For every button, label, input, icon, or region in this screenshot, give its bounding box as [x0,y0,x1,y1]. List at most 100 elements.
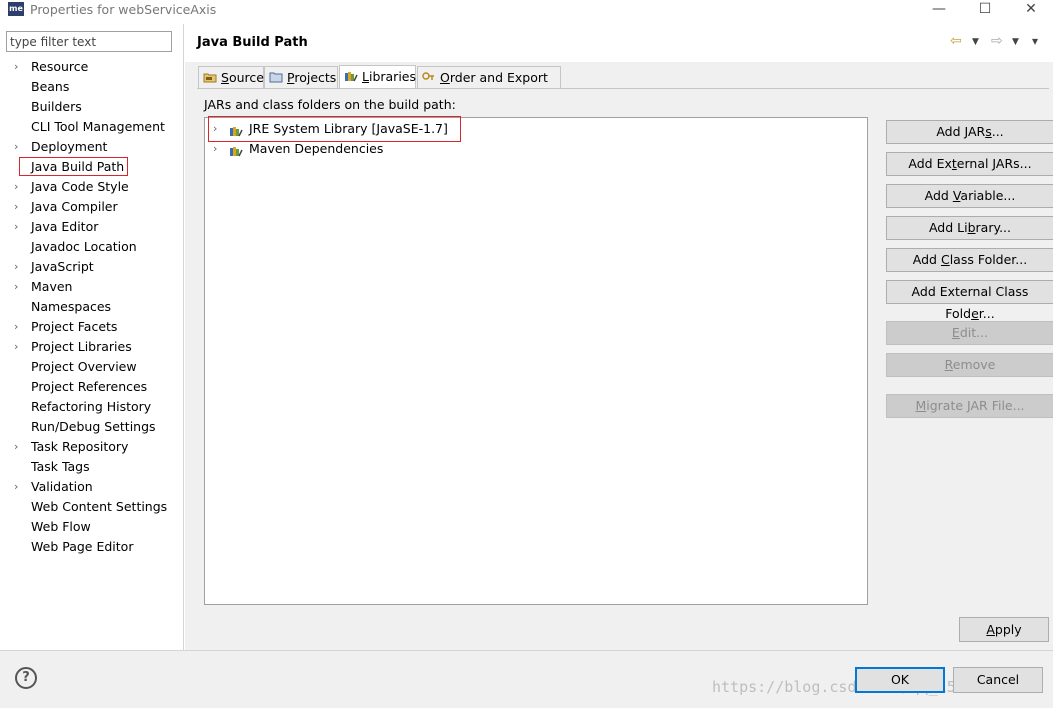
expand-chevron-icon[interactable]: › [14,337,18,357]
sidebar-item-label: Task Tags [31,459,90,474]
add-external-jars-button[interactable]: Add External JARs... [886,152,1053,176]
sidebar-item[interactable]: Web Page Editor [0,537,184,557]
remove-button[interactable]: Remove [886,353,1053,377]
sidebar-item[interactable]: Web Flow [0,517,184,537]
sidebar-item-label: CLI Tool Management [31,119,165,134]
sidebar-item-label: Deployment [31,139,108,154]
sidebar-item-label: Maven [31,279,73,294]
expand-chevron-icon[interactable]: › [14,197,18,217]
expand-chevron-icon[interactable]: › [213,119,217,139]
sidebar-tree: › Resource Beans Builders CLI Tool Managemen… [0,57,184,557]
sidebar-item-label: Java Build Path [19,157,129,176]
sidebar-item[interactable]: › Project Facets [0,317,184,337]
sidebar-item-label: Project Overview [31,359,137,374]
back-dropdown-icon[interactable]: ▼ [972,37,979,47]
tab-libraries[interactable]: Libraries [339,65,416,89]
migrate-jar-button[interactable]: Migrate JAR File... [886,394,1053,418]
ok-button[interactable]: OK [855,667,945,693]
sidebar-item[interactable]: › Java Compiler [0,197,184,217]
sidebar-item[interactable]: › JavaScript [0,257,184,277]
sidebar-item-label: Java Compiler [31,199,118,214]
expand-chevron-icon[interactable]: › [14,477,18,497]
preference-sidebar: › Resource Beans Builders CLI Tool Managemen… [0,24,184,650]
sidebar-item[interactable]: Namespaces [0,297,184,317]
back-arrow-icon[interactable]: ⇦ [950,33,962,49]
library-entry-maven[interactable]: › Maven Dependencies [205,139,383,159]
tab-source[interactable]: Source [198,66,264,89]
library-icon [229,123,244,137]
sidebar-item-label: Web Content Settings [31,499,168,514]
sidebar-item[interactable]: › Validation [0,477,184,497]
sidebar-item[interactable]: CLI Tool Management [0,117,184,137]
view-menu-icon[interactable]: ▾ [1032,34,1038,48]
sidebar-item[interactable]: › Task Repository [0,437,184,457]
minimize-button[interactable]: — [916,0,962,20]
expand-chevron-icon[interactable]: › [14,177,18,197]
library-label: Maven Dependencies [249,141,384,156]
expand-chevron-icon[interactable]: › [213,139,217,159]
maximize-button[interactable]: ☐ [962,0,1008,20]
forward-arrow-icon[interactable]: ⇨ [991,33,1003,49]
sidebar-item[interactable]: Project Overview [0,357,184,377]
sidebar-item-label: Java Code Style [31,179,129,194]
libraries-panel: JARs and class folders on the build path… [197,88,1053,610]
expand-chevron-icon[interactable]: › [14,137,18,157]
tab-projects-label: Projects [287,70,337,85]
tab-order-and-export-label: Order and Export [440,70,548,85]
expand-chevron-icon[interactable]: › [14,317,18,337]
sidebar-item-label: Builders [31,99,82,114]
sidebar-item[interactable]: Run/Debug Settings [0,417,184,437]
window-title: Properties for webServiceAxis [30,2,217,17]
sidebar-item[interactable]: Refactoring History [0,397,184,417]
sidebar-item-label: Java Editor [31,219,99,234]
expand-chevron-icon[interactable]: › [14,437,18,457]
sidebar-item[interactable]: › Java Editor [0,217,184,237]
sidebar-item[interactable]: Task Tags [0,457,184,477]
sidebar-item[interactable]: › Project Libraries [0,337,184,357]
library-entry-jre[interactable]: › JRE System Library [JavaSE-1.7] [205,119,448,139]
close-button[interactable]: ✕ [1008,0,1053,20]
filter-input[interactable] [6,31,172,52]
expand-chevron-icon[interactable]: › [14,277,18,297]
sidebar-item[interactable]: › Java Code Style [0,177,184,197]
expand-chevron-icon[interactable]: › [14,257,18,277]
sidebar-item[interactable]: Project References [0,377,184,397]
sidebar-item[interactable]: Web Content Settings [0,497,184,517]
tab-libraries-label: Libraries [362,69,416,84]
sidebar-item-label: Project Libraries [31,339,132,354]
sidebar-item[interactable]: › Deployment [0,137,184,157]
add-variable-button[interactable]: Add Variable... [886,184,1053,208]
build-path-label: JARs and class folders on the build path… [204,97,456,112]
title-bar: me Properties for webServiceAxis — ☐ ✕ [0,0,1053,20]
apply-button[interactable]: Apply [959,617,1049,642]
sidebar-item[interactable]: › Resource [0,57,184,77]
dialog-footer: ? https://blog.csdn.net/qq_15072912 OK C… [0,650,1053,708]
sidebar-item[interactable]: › Maven [0,277,184,297]
add-external-class-folder-button[interactable]: Add External Class Folder... [886,280,1053,321]
projects-icon [269,71,283,83]
expand-chevron-icon[interactable]: › [14,217,18,237]
sidebar-item[interactable]: Beans [0,77,184,97]
add-class-folder-button[interactable]: Add Class Folder... [886,248,1053,272]
add-library-button[interactable]: Add Library... [886,216,1053,240]
cancel-button[interactable]: Cancel [953,667,1043,693]
add-jars-button[interactable]: Add JARs... [886,120,1053,144]
sidebar-item[interactable]: Javadoc Location [0,237,184,257]
main-content: Java Build Path ⇦ ▼ ⇨ ▼ ▾ Source Project… [185,24,1053,650]
expand-chevron-icon[interactable]: › [14,57,18,77]
edit-button[interactable]: Edit... [886,321,1053,345]
sidebar-item[interactable]: Java Build Path [0,157,184,177]
library-tree[interactable]: › JRE System Library [JavaSE-1.7] › Mave… [204,116,868,605]
help-icon[interactable]: ? [15,667,37,689]
sidebar-item-label: Web Flow [31,519,91,534]
library-label: JRE System Library [JavaSE-1.7] [249,121,448,136]
sidebar-item-label: Web Page Editor [31,539,134,554]
tab-order-and-export[interactable]: Order and Export [417,66,561,89]
sidebar-item[interactable]: Builders [0,97,184,117]
forward-dropdown-icon[interactable]: ▼ [1012,37,1019,47]
tab-projects[interactable]: Projects [264,66,338,89]
sidebar-item-label: Refactoring History [31,399,152,414]
sidebar-item-label: JavaScript [31,259,94,274]
source-folder-icon [203,71,217,83]
sidebar-item-label: Validation [31,479,93,494]
